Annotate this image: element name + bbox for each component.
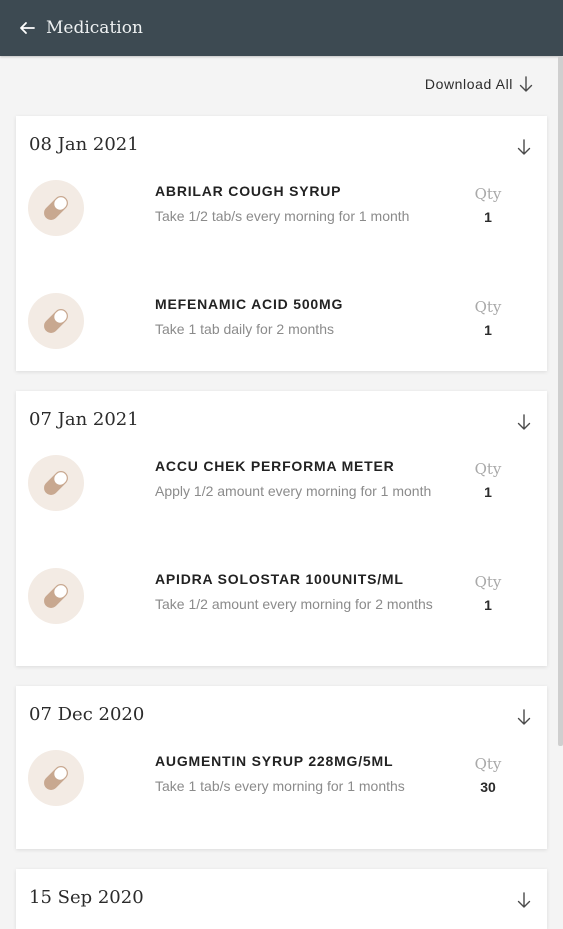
medication-name: MEFENAMIC ACID 500MG [155,296,344,312]
medication-group-card: 15 Sep 2020 [16,869,547,929]
back-button[interactable] [16,17,38,39]
medication-instructions: Take 1 tab daily for 2 months [155,321,334,337]
download-all-label: Download All [424,76,513,92]
group-date: 07 Dec 2020 [29,704,145,725]
qty-label: Qty [474,460,502,478]
medication-instructions: Take 1 tab/s every morning for 1 months [155,778,405,794]
download-group-button[interactable] [515,138,533,156]
qty-value: 1 [484,209,492,225]
capsule-icon [44,309,68,333]
medication-name: ABRILAR COUGH SYRUP [155,183,342,199]
medication-item[interactable]: ABRILAR COUGH SYRUP Take 1/2 tab/s every… [16,180,547,253]
medication-group-card: 07 Dec 2020 AUGMENTIN SYRUP 228MG/5ML Ta… [16,686,547,849]
medication-icon-circle [28,455,84,511]
qty-label: Qty [474,755,502,773]
capsule-icon [44,584,68,608]
arrow-left-icon [20,22,35,34]
medication-instructions: Take 1/2 amount every morning for 2 mont… [155,596,433,612]
medication-item[interactable]: ACCU CHEK PERFORMA METER Apply 1/2 amoun… [16,455,547,528]
arrow-down-icon [519,76,533,92]
qty-value: 1 [484,597,492,613]
download-group-button[interactable] [515,891,533,909]
download-group-button[interactable] [515,708,533,726]
capsule-icon [44,196,68,220]
qty-value: 1 [484,322,492,338]
qty-label: Qty [474,185,502,203]
arrow-down-icon [517,709,531,725]
medication-instructions: Apply 1/2 amount every morning for 1 mon… [155,483,432,499]
medication-name: AUGMENTIN SYRUP 228MG/5ML [155,753,394,769]
medication-icon-circle [28,180,84,236]
medication-icon-circle [28,293,84,349]
qty-label: Qty [474,298,502,316]
group-date: 07 Jan 2021 [29,409,139,430]
arrow-down-icon [517,414,531,430]
medication-name: APIDRA SOLOSTAR 100UNITS/ML [155,571,404,587]
capsule-icon [44,471,68,495]
page-title: Medication [46,18,143,38]
qty-value: 30 [480,779,496,795]
qty-label: Qty [474,573,502,591]
group-date: 08 Jan 2021 [29,134,139,155]
medication-item[interactable]: MEFENAMIC ACID 500MG Take 1 tab daily fo… [16,293,547,349]
scrollbar[interactable] [558,56,563,746]
download-all-button[interactable]: Download All [425,76,533,92]
medication-group-card: 07 Jan 2021 ACCU CHEK PERFORMA METER App… [16,391,547,666]
capsule-icon [44,766,68,790]
medication-name: ACCU CHEK PERFORMA METER [155,458,395,474]
arrow-down-icon [517,892,531,908]
arrow-down-icon [517,139,531,155]
medication-instructions: Take 1/2 tab/s every morning for 1 month [155,208,410,224]
medication-item[interactable]: APIDRA SOLOSTAR 100UNITS/ML Take 1/2 amo… [16,568,547,641]
download-group-button[interactable] [515,413,533,431]
app-bar: Medication [0,0,563,56]
medication-icon-circle [28,750,84,806]
qty-value: 1 [484,484,492,500]
medication-item[interactable]: AUGMENTIN SYRUP 228MG/5ML Take 1 tab/s e… [16,750,547,823]
group-date: 15 Sep 2020 [29,887,144,908]
medication-group-card: 08 Jan 2021 ABRILAR COUGH SYRUP Take 1/2… [16,116,547,371]
medication-icon-circle [28,568,84,624]
